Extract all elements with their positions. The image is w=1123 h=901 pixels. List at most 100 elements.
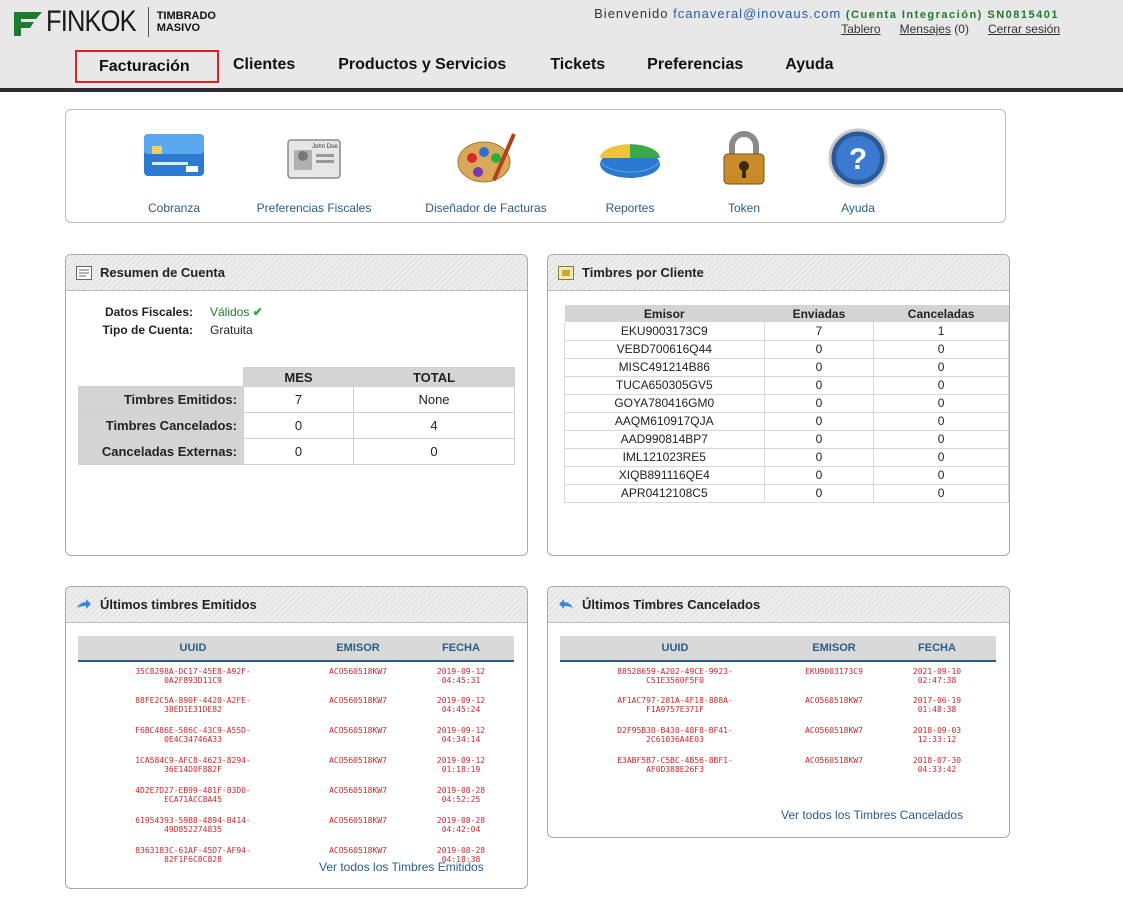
- table-row: AAD990814BP7 0 0: [564, 430, 1009, 449]
- emisor-cell: GOYA780416GM0: [564, 394, 765, 413]
- resumen-table: MES TOTAL Timbres Emitidos: 7 None Timbr…: [78, 367, 515, 465]
- cancelados-table: UUID EMISOR FECHA 88528659-A202-49CE-992…: [560, 636, 996, 781]
- fecha-cell: 2018-09-03 12:33:12: [878, 721, 996, 751]
- table-row: GOYA780416GM0 0 0: [564, 394, 1009, 413]
- emisor-cell: ACO560518KW7: [329, 786, 387, 795]
- row-mes: 0: [243, 438, 354, 465]
- uuid-cell: E3ABF5B7-C5BC-4B56-8BF1- AF0D388E26F3: [560, 751, 790, 781]
- top-links: Tablero Mensajes (0) Cerrar sesión: [841, 22, 1060, 36]
- nav-preferencias[interactable]: Preferencias: [627, 50, 765, 83]
- col-fecha: FECHA: [878, 636, 996, 662]
- fecha-line: 2019-09-12: [436, 696, 486, 705]
- table-row[interactable]: F6BC486E-586C-43C9-A55D- 0E4C34746A33 ACO5…: [78, 721, 514, 751]
- row-total: 0: [353, 438, 515, 465]
- emisor-cell: ACO560518KW7: [329, 667, 387, 676]
- cerrar-sesion-link[interactable]: Cerrar sesión: [988, 22, 1060, 36]
- ver-todos-cancelados-link[interactable]: Ver todos los Timbres Cancelados: [781, 808, 963, 822]
- emitidos-header: Últimos timbres Emitidos: [66, 587, 527, 623]
- fecha-line: 04:52:25: [441, 795, 481, 804]
- quick-token[interactable]: Token: [712, 128, 776, 215]
- nav-tickets[interactable]: Tickets: [528, 50, 627, 83]
- mensajes-link[interactable]: Mensajes: [900, 22, 951, 36]
- emisor-cell: VEBD700616Q44: [564, 340, 765, 359]
- table-row[interactable]: E3ABF5B7-C5BC-4B56-8BF1- AF0D388E26F3 ACO5…: [560, 751, 996, 781]
- enviadas-cell: 0: [763, 412, 875, 431]
- padlock-icon: [712, 128, 776, 188]
- quick-cobranza[interactable]: Cobranza: [142, 128, 206, 215]
- mensajes-group: Mensajes (0): [900, 22, 969, 36]
- uuid-line: 1CA584C9-AFC8-4623-8294-: [135, 756, 251, 765]
- uuid-line: ECA71ACC8A45: [164, 795, 222, 804]
- enviadas-cell: 0: [763, 466, 875, 485]
- summary-icon: [76, 265, 92, 280]
- table-row: VEBD700616Q44 0 0: [564, 340, 1009, 359]
- finkok-logo[interactable]: FINKOK TIMBRADO MASIVO: [14, 4, 216, 40]
- fecha-line: 04:34:14: [441, 735, 481, 744]
- quick-disenador-facturas[interactable]: Diseñador de Facturas: [420, 128, 552, 215]
- fecha-cell: 2019-08-28 04:42:04: [408, 811, 514, 841]
- quick-ayuda[interactable]: ? Ayuda: [826, 128, 890, 215]
- fecha-cell: 2019-09-12 04:34:14: [408, 721, 514, 751]
- emisor-cell: XIQB891116QE4: [564, 466, 765, 485]
- nav-facturacion[interactable]: Facturación: [75, 50, 219, 83]
- resumen-title: Resumen de Cuenta: [100, 265, 225, 280]
- uuid-cell: 8363183C-61AF-45D7-AF94- 82F1F6C8C828: [78, 841, 308, 871]
- enviadas-cell: 0: [763, 358, 875, 377]
- col-emisor: EMISOR: [790, 636, 878, 662]
- clientes-panel: Timbres por Cliente Emisor Enviadas Canc…: [547, 254, 1010, 556]
- table-row[interactable]: 35C8298A-DC17-45E8-A92F- 0A2F893D11C9 ACO5…: [78, 661, 514, 691]
- emisor-cell: EKU9003173C9: [564, 322, 765, 341]
- quick-preferencias-fiscales[interactable]: John Doe Preferencias Fiscales: [252, 128, 376, 215]
- table-row[interactable]: 4D2E7D27-EB99-481F-83D0- ECA71ACC8A45 ACO5…: [78, 781, 514, 811]
- fecha-line: 2019-09-12: [436, 756, 486, 765]
- table-row: AAQM610917QJA 0 0: [564, 412, 1009, 431]
- uuid-line: D2F95B30-B430-48F8-BF41-: [617, 726, 733, 735]
- nav-productos-servicios[interactable]: Productos y Servicios: [324, 50, 528, 83]
- nav-ayuda[interactable]: Ayuda: [765, 50, 855, 83]
- uuid-line: 36E14D0F882F: [164, 765, 222, 774]
- table-row[interactable]: AF1AC797-281A-4F18-888A- F1A9757E371F ACO5…: [560, 691, 996, 721]
- fecha-line: 04:33:42: [917, 765, 957, 774]
- emisor-cell: IML121023RE5: [564, 448, 765, 467]
- col-uuid: UUID: [560, 636, 790, 662]
- table-row: Canceladas Externas: 0 0: [78, 438, 515, 465]
- canceladas-cell: 0: [873, 412, 1009, 431]
- emisor-cell: MISC491214B86: [564, 358, 765, 377]
- ver-todos-emitidos-link[interactable]: Ver todos los Timbres Emitidos: [319, 860, 484, 874]
- fecha-line: 2019-08-28: [436, 816, 486, 825]
- col-total: TOTAL: [353, 367, 515, 387]
- uuid-cell: F6BC486E-586C-43C9-A55D- 0E4C34746A33: [78, 721, 308, 751]
- emitidos-table-header: UUID EMISOR FECHA: [78, 636, 514, 662]
- row-label: Timbres Emitidos:: [78, 386, 244, 413]
- tablero-link[interactable]: Tablero: [841, 22, 880, 36]
- uuid-line: 4D2E7D27-EB99-481F-83D0-: [135, 786, 251, 795]
- table-row: Timbres Cancelados: 0 4: [78, 412, 515, 439]
- table-row[interactable]: D2F95B30-B430-48F8-BF41- 2C61036A4E03 ACO5…: [560, 721, 996, 751]
- emitidos-title: Últimos timbres Emitidos: [100, 597, 257, 612]
- table-row[interactable]: 61954393-59B8-4894-B414- 49D852274835 ACO5…: [78, 811, 514, 841]
- fecha-cell: 2021-09-10 02:47:38: [878, 661, 996, 691]
- fecha-cell: 2019-08-28 04:52:25: [408, 781, 514, 811]
- token-label: Token: [727, 201, 761, 215]
- col-fecha: FECHA: [408, 636, 514, 662]
- ayuda-label: Ayuda: [841, 201, 875, 215]
- emitidos-table: UUID EMISOR FECHA 35C8298A-DC17-45E8-A92…: [78, 636, 514, 871]
- nav-clientes[interactable]: Clientes: [219, 50, 324, 83]
- col-mes: MES: [243, 367, 354, 387]
- uuid-line: C51E3560F5F0: [646, 676, 704, 685]
- fecha-line: 2021-09-10: [912, 667, 962, 676]
- uuid-cell: 88528659-A202-49CE-9923- C51E3560F5F0: [560, 661, 790, 691]
- fecha-cell: 2019-09-12 04:45:31: [408, 661, 514, 691]
- fecha-cell: 2017-06-19 01:48:38: [878, 691, 996, 721]
- emisor-cell: ACO560518KW7: [329, 696, 387, 705]
- table-row[interactable]: 88FE2C5A-890F-4420-A2FE- 38ED1E31DE82 ACO5…: [78, 691, 514, 721]
- table-row: APR0412108C5 0 0: [564, 484, 1009, 503]
- resumen-table-corner: [79, 368, 244, 387]
- table-row: Timbres Emitidos: 7 None: [78, 386, 515, 413]
- quick-reportes[interactable]: Reportes: [598, 128, 662, 215]
- fecha-line: 12:33:12: [917, 735, 957, 744]
- table-row[interactable]: 88528659-A202-49CE-9923- C51E3560F5F0 EKU9…: [560, 661, 996, 691]
- logo-subtitle: TIMBRADO MASIVO: [157, 10, 216, 34]
- table-row[interactable]: 1CA584C9-AFC8-4623-8294- 36E14D0F882F ACO5…: [78, 751, 514, 781]
- canceladas-cell: 0: [873, 466, 1009, 485]
